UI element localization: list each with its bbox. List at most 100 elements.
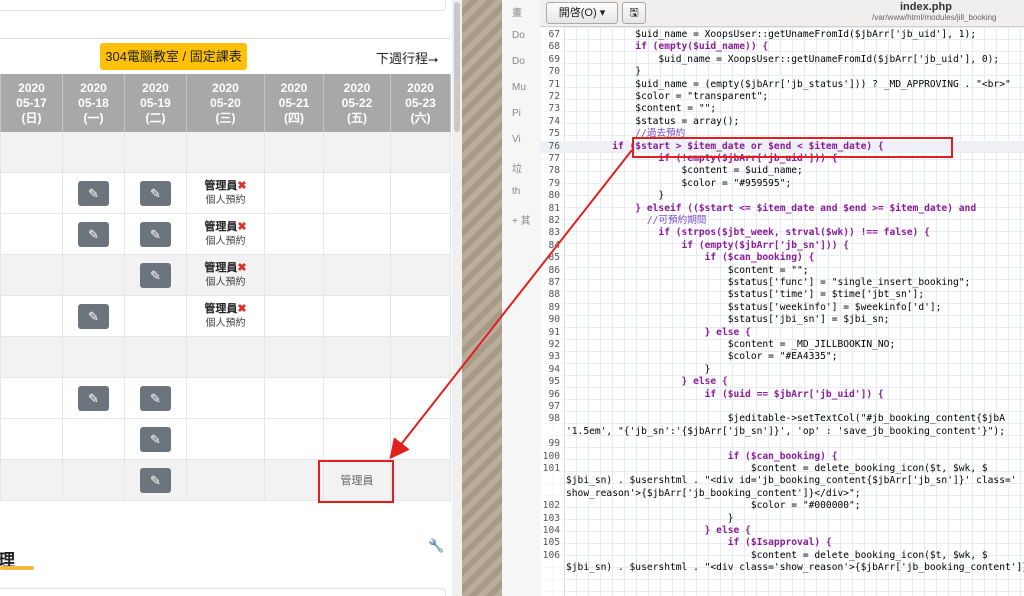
code-line: $jbi_sn) . $usershtml . "<div id='jb_boo… [540,475,1024,487]
edit-booking-button[interactable]: ✎ [78,180,109,206]
code-text: } else { [566,525,751,536]
sidebar-item[interactable]: 垃 [512,160,522,175]
code-line: 101 $content = delete_booking_icon($t, $… [540,463,1024,475]
date-header-year: 2020 [80,80,107,95]
sidebar-item[interactable]: Vi [512,134,521,145]
file-title: index.php [900,1,952,13]
code-line: 102 $color = "#000000"; [540,500,1024,512]
line-number: 89 [548,301,560,313]
line-number: 69 [548,53,560,65]
sidebar-item[interactable]: 畫 [512,4,522,19]
line-number: 71 [548,78,560,90]
scrollbar-thumb[interactable] [454,2,460,132]
code-text: $content = $uid_name; [566,165,803,177]
table-row: ✎ [0,418,451,460]
sidebar-item[interactable]: Pi [512,108,521,119]
sidebar-item[interactable]: Do [512,56,525,67]
booking-entry: 管理員✖ 個人預約 [204,179,247,206]
code-highlight-box [632,137,953,158]
line-number: 72 [548,91,560,102]
date-header-date: 05-19 [140,95,171,110]
sidebar-item[interactable]: Mu [512,82,526,93]
code-text: $uid_name = XoopsUser::getUnameFromId($j… [566,29,977,40]
date-header-year: 2020 [343,80,371,95]
code-line: 96 if ($uid == $jbArr['jb_uid']) { [540,389,1024,401]
code-view[interactable]: 67 $uid_name = XoopsUser::getUnameFromId… [540,27,1024,596]
date-header-wd: (六) [410,110,431,125]
edit-booking-button[interactable]: ✎ [140,262,171,288]
code-text: } elseif (($start <= $item_date and $end… [566,202,977,214]
line-number: 95 [548,376,560,388]
delete-booking-icon[interactable]: ✖ [237,221,246,233]
code-line: 104 } else { [540,525,1024,537]
code-text: $jbi_sn) . $usershtml . "<div class='sho… [566,562,1024,574]
code-line: 86 $content = ""; [540,265,1024,277]
date-header-year: 2020 [142,80,169,95]
edit-booking-button[interactable]: ✎ [78,385,109,411]
delete-booking-icon[interactable]: ✖ [237,180,246,192]
code-text: if ($can_booking) { [566,450,838,462]
open-file-button[interactable]: 開啓(O) ▾ [546,2,618,24]
edit-booking-button[interactable]: ✎ [140,467,171,493]
date-header-wd: (四) [284,110,304,125]
edit-booking-button[interactable]: ✎ [78,221,109,247]
line-number: 101 [542,463,560,474]
line-number: 75 [548,128,560,140]
sidebar-item[interactable]: + 其 [512,212,531,227]
code-line: 100 if ($can_booking) { [540,451,1024,463]
code-line: '1.5em', "{'jb_sn':'{$jbArr['jb_sn']}', … [540,426,1024,438]
code-line: 71 $uid_name = (empty($jbArr['jb_status'… [540,79,1024,91]
code-line: 92 $content = _MD_JILLBOOKIN_NO; [540,339,1024,351]
code-text: } [566,190,665,202]
code-text: } [566,512,734,524]
line-number: 85 [548,252,560,264]
code-line: 88 $status['time'] = $time['jbt_sn']; [540,289,1024,301]
code-text: $uid_name = XoopsUser::getUnameFromId($j… [566,53,1000,65]
table-row [0,132,451,173]
code-line: 85 if ($can_booking) { [540,252,1024,264]
delete-booking-icon[interactable]: ✖ [237,262,246,274]
line-number: 90 [548,314,560,326]
code-line: 69 $uid_name = XoopsUser::getUnameFromId… [540,54,1024,66]
code-text: $color = "#EA4335"; [566,351,838,363]
date-header-date: 05-21 [278,95,310,110]
classroom-schedule-button[interactable]: 304電腦教室 / 固定課表 [100,43,247,70]
edit-booking-button[interactable]: ✎ [140,180,171,206]
date-header-wd: (二) [145,110,166,125]
save-doc-icon[interactable]: 🖫 [622,2,646,24]
date-header-05-20: 2020 05-20 (三) [186,74,265,132]
sidebar-item[interactable]: th [512,186,520,197]
line-number: 81 [548,202,560,214]
code-text: show_reason'>{$jbArr['jb_booking_content… [566,487,861,499]
left-scrollbar[interactable] [452,0,462,596]
line-number: 99 [548,438,560,450]
file-path: /var/www/html/modules/jill_booking [872,13,997,22]
next-week-link[interactable]: 下週行程⭢ [376,48,438,67]
line-number: 93 [548,351,560,363]
code-text: $color = "#959595"; [566,177,792,189]
code-line: 72 $color = "transparent"; [540,91,1024,103]
code-text: $status['weekinfo'] = $weekinfo['d']; [566,301,942,313]
edit-booking-button[interactable]: ✎ [140,221,171,247]
line-number: 70 [548,66,560,78]
line-number: 76 [548,140,560,152]
edit-booking-button[interactable]: ✎ [140,426,171,452]
table-row: ✎ ✎ 管理員✖ 個人預約 [0,213,451,255]
code-line: 87 $status['func'] = "single_insert_book… [540,277,1024,289]
delete-booking-icon[interactable]: ✖ [237,303,246,315]
line-number: 106 [542,549,560,561]
edit-booking-button[interactable]: ✎ [78,303,109,329]
code-line: 74 $status = array(); [540,116,1024,128]
desktop-wallpaper [462,0,502,596]
line-number: 79 [548,177,560,189]
code-text: $jbi_sn) . $usershtml . "<div id='jb_boo… [566,475,1017,487]
date-header-row: 2020 05-17 (日) 2020 05-18 (一) 2020 05-19 (二) 2020… [0,74,451,132]
sidebar-item[interactable]: Do [512,30,525,41]
code-text: $content = delete_booking_icon($t, $wk, … [566,463,988,474]
table-row: ✎ ✎ [0,377,451,419]
code-text: $status['func'] = "single_insert_booking… [566,277,971,288]
wrench-icon[interactable]: 🔧 [428,538,444,554]
edit-booking-button[interactable]: ✎ [140,385,171,411]
line-number: 91 [548,326,560,338]
table-row: ✎ ✎ 管理員✖ 個人預約 [0,172,451,214]
